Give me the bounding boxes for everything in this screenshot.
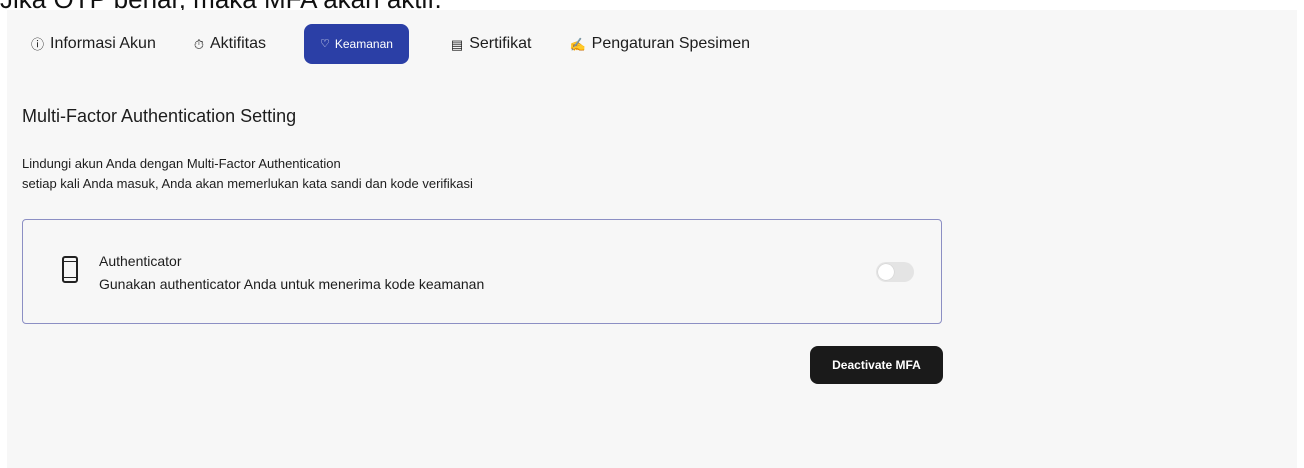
description-line-1: Lindungi akun Anda dengan Multi-Factor A… <box>22 156 341 171</box>
tab-bar: ⓘ Informasi Akun ⏱ Aktifitas ♡ Keamanan … <box>31 22 750 66</box>
account-settings-panel: ⓘ Informasi Akun ⏱ Aktifitas ♡ Keamanan … <box>7 10 1297 468</box>
tab-label: Informasi Akun <box>50 35 156 52</box>
tab-aktifitas[interactable]: ⏱ Aktifitas <box>194 35 266 53</box>
authenticator-name: Authenticator <box>99 253 182 269</box>
activity-icon: ⏱ <box>193 36 204 52</box>
tab-label: Keamanan <box>334 37 393 51</box>
authenticator-description: Gunakan authenticator Anda untuk menerim… <box>99 276 485 292</box>
toggle-knob <box>878 264 894 280</box>
shield-icon: ♡ <box>320 37 330 50</box>
section-description: Lindungi akun Anda dengan Multi-Factor A… <box>22 154 473 194</box>
certificate-icon: ▤ <box>450 36 464 52</box>
header-text: Jika OTP benar, maka MFA akan aktif. <box>0 0 442 10</box>
tab-pengaturan-spesimen[interactable]: ✍ Pengaturan Spesimen <box>569 35 750 53</box>
tab-sertifikat[interactable]: ▤ Sertifikat <box>451 35 532 53</box>
tab-label: Pengaturan Spesimen <box>591 35 750 52</box>
info-icon: ⓘ <box>31 36 45 52</box>
tab-label: Sertifikat <box>469 35 532 52</box>
header-text-cutoff: Jika OTP benar, maka MFA akan aktif. <box>0 0 1304 10</box>
authenticator-toggle[interactable] <box>876 262 914 282</box>
tab-label: Aktifitas <box>209 35 266 52</box>
description-line-2: setiap kali Anda masuk, Anda akan memerl… <box>22 176 473 191</box>
tab-informasi-akun[interactable]: ⓘ Informasi Akun <box>31 35 156 53</box>
smartphone-icon <box>62 256 78 283</box>
deactivate-mfa-button[interactable]: Deactivate MFA <box>810 346 943 384</box>
signature-icon: ✍ <box>569 36 586 52</box>
tab-keamanan[interactable]: ♡ Keamanan <box>304 24 409 64</box>
section-title: Multi-Factor Authentication Setting <box>22 106 297 126</box>
authenticator-card: Authenticator Gunakan authenticator Anda… <box>22 219 942 324</box>
